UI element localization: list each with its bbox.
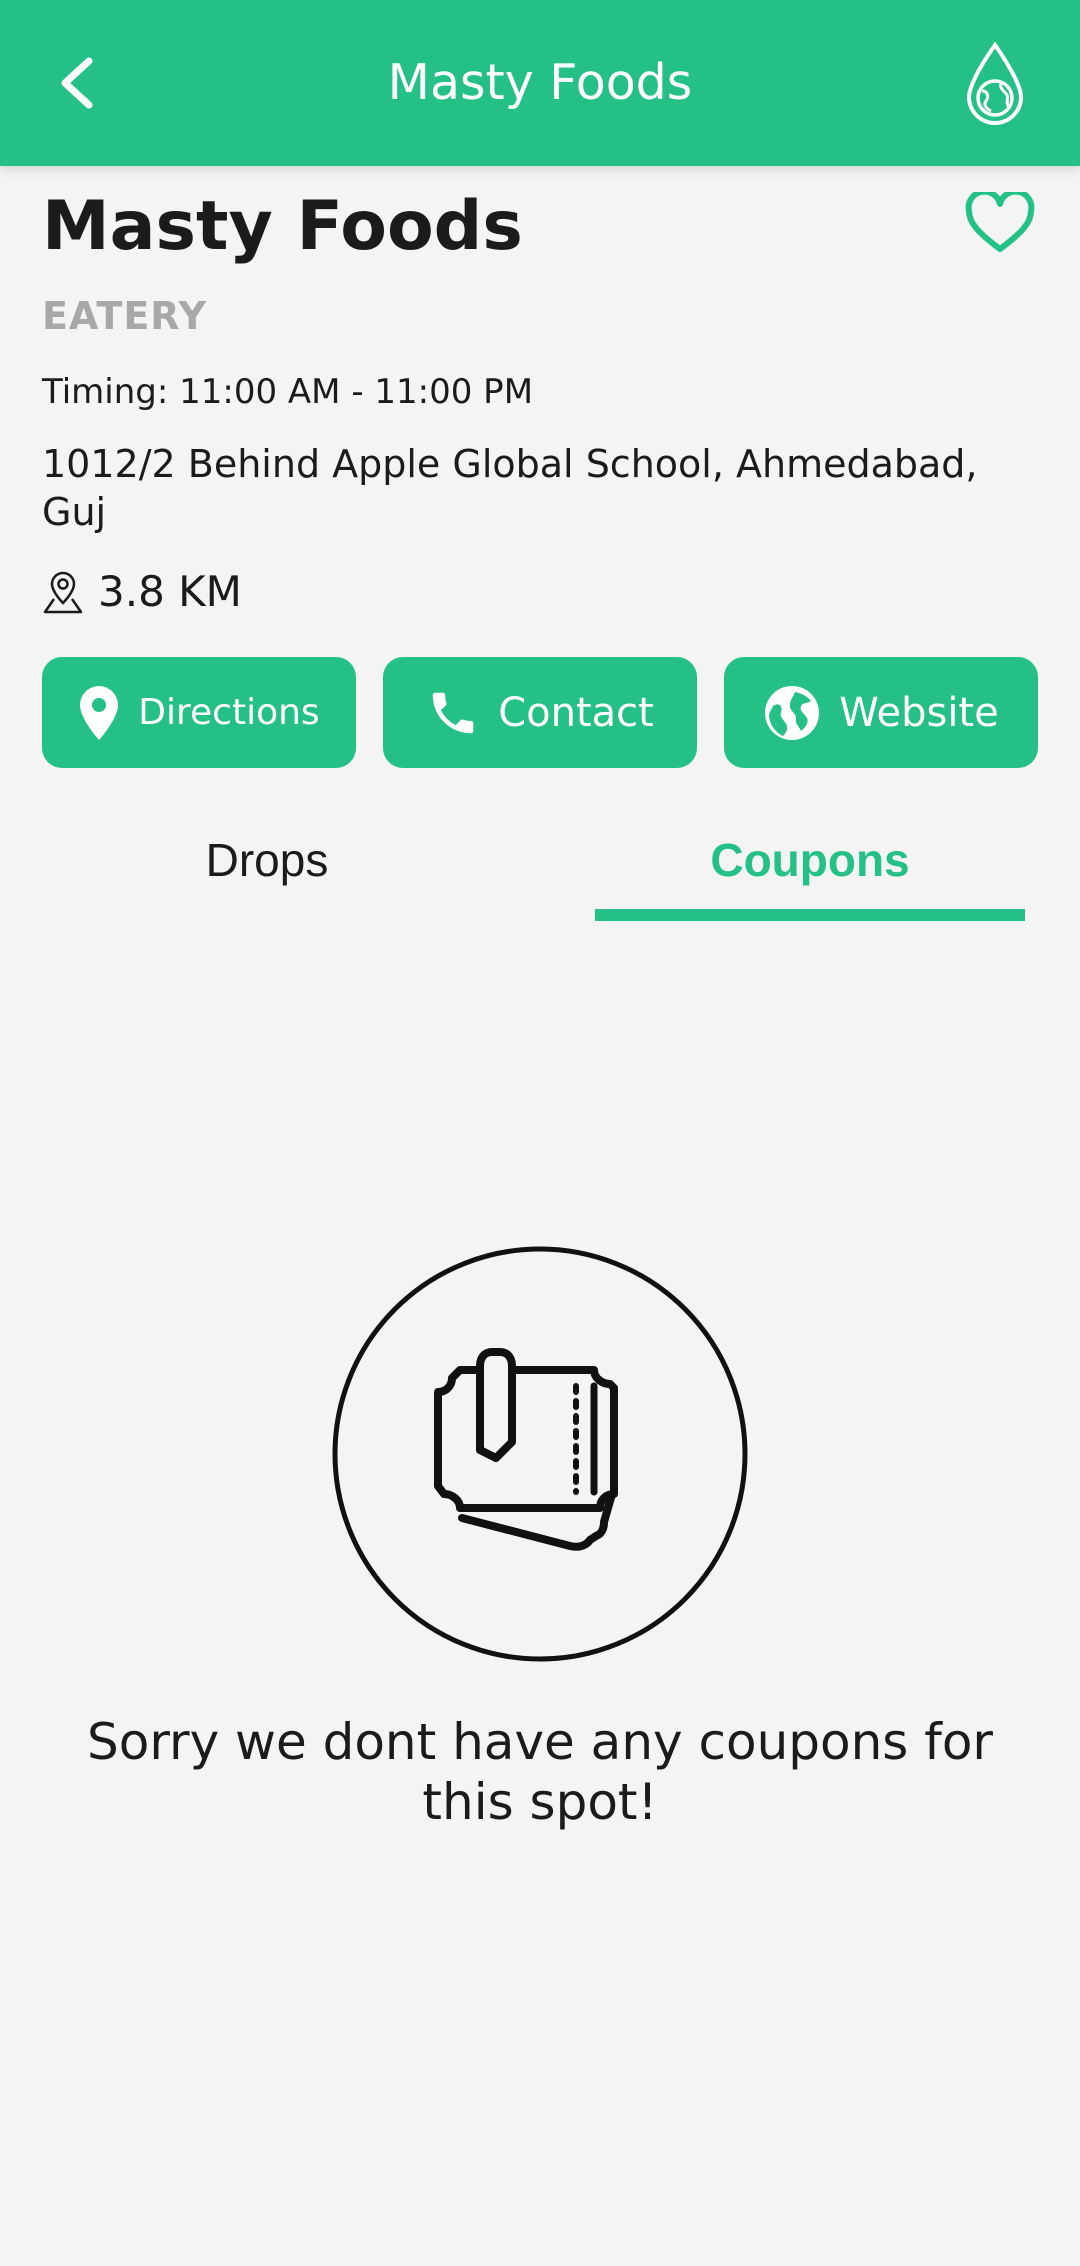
location-pin-icon [78,684,120,742]
spot-category: EATERY [42,294,207,338]
spot-name: Masty Foods [42,187,523,266]
app-bar-title: Masty Foods [387,54,693,111]
favorite-button[interactable] [962,188,1038,258]
globe-icon [763,684,821,742]
contact-button[interactable]: Contact [383,657,697,768]
chevron-left-icon [61,57,93,109]
phone-icon [426,686,480,740]
coupon-tickets-icon [332,1246,748,1662]
website-button[interactable]: Website [724,657,1038,768]
tab-indicator [595,909,1025,921]
tab-coupons[interactable]: Coupons [595,820,1025,900]
spot-detail-screen: Masty Foods Masty Foods EATERY Timing: 1… [0,0,1080,2266]
heart-outline-icon [965,192,1035,252]
empty-state-message: Sorry we dont have any coupons for this … [87,1713,993,1831]
app-bar: Masty Foods [0,0,1080,166]
website-label: Website [839,689,999,736]
distance-value: 3.8 KM [98,567,242,616]
spot-distance: 3.8 KM [42,564,242,620]
contact-label: Contact [498,689,654,736]
spot-address: 1012/2 Behind Apple Global School, Ahmed… [42,442,978,534]
drop-button[interactable] [960,36,1030,130]
directions-label: Directions [138,691,320,733]
drop-globe-icon [966,41,1024,125]
tab-drops[interactable]: Drops [52,820,482,900]
map-pin-outline-icon [43,571,83,614]
spot-timing: Timing: 11:00 AM - 11:00 PM [42,372,534,412]
back-button[interactable] [44,48,110,118]
directions-button[interactable]: Directions [42,657,356,768]
